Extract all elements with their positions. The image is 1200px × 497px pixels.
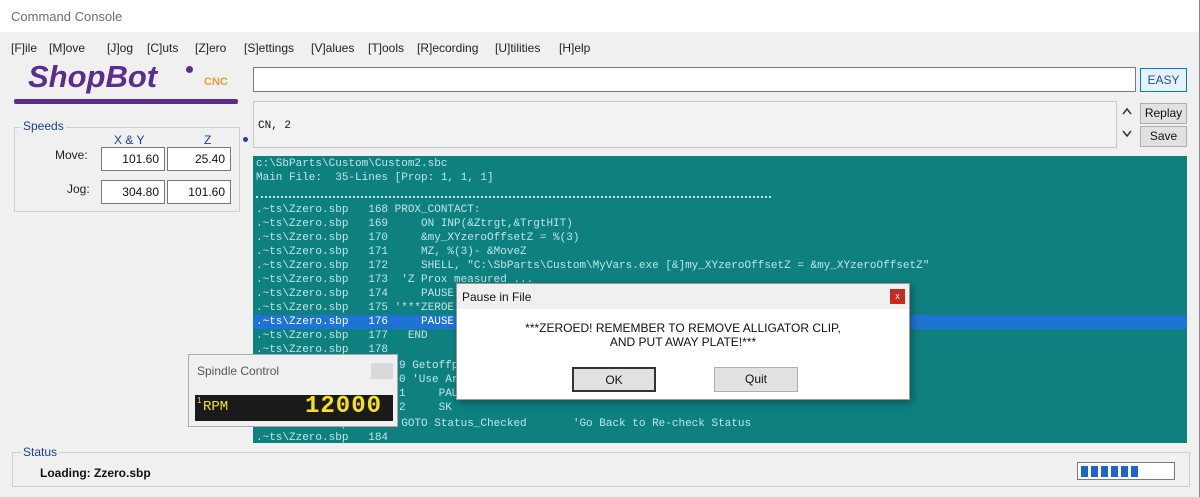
history-scroll[interactable] (1120, 104, 1134, 147)
console-line: .~ts\Zzero.sbp 174 PAUSE (256, 288, 455, 300)
console-line: .~ts\Zzero.sbp 170 &my_XYzeroOffsetZ = %… (256, 232, 580, 244)
menu-settings[interactable]: [S]ettings (244, 41, 294, 55)
menu-file[interactable]: [F]ile (11, 41, 37, 55)
window-title: Command Console (11, 9, 123, 24)
menu-tools[interactable]: [T]ools (368, 41, 404, 55)
console-line: .~ts\Zzero.sbp 169 ON INP(&Ztrgt,&TrgtHI… (256, 218, 573, 230)
logo-underline (14, 99, 238, 104)
title-bar[interactable]: Command Console (0, 0, 1199, 32)
history-text: CN, 2 (258, 120, 292, 132)
jog-z-field[interactable]: 101.60 (167, 180, 231, 204)
progress-segment (1121, 466, 1128, 477)
dialog-title: Pause in File (462, 290, 532, 304)
spindle-channel: 1 (197, 396, 202, 405)
command-input[interactable] (253, 67, 1136, 92)
move-xy-field[interactable]: 101.60 (101, 147, 165, 171)
ok-button[interactable]: OK (572, 367, 656, 392)
dialog-message: ***ZEROED! REMEMBER TO REMOVE ALLIGATOR … (457, 321, 909, 349)
speeds-col-z: Z (204, 133, 212, 147)
console-line: c:\SbParts\Custom\Custom2.sbc (256, 158, 448, 170)
menu-cuts[interactable]: [C]uts (147, 41, 178, 55)
pause-dialog: Pause in File x ***ZEROED! REMEMBER TO R… (456, 283, 910, 400)
menu-zero[interactable]: [Z]ero (195, 41, 226, 55)
console-line: 2 SK (399, 402, 452, 414)
console-line: .~ts\Zzero.sbp 172 SHELL, "C:\SbParts\Cu… (256, 260, 930, 272)
dialog-message-line1: ***ZEROED! REMEMBER TO REMOVE ALLIGATOR … (525, 321, 841, 335)
indicator-dot-icon (243, 137, 248, 142)
scroll-arrows-icon[interactable] (1120, 104, 1134, 144)
spindle-close-button[interactable] (371, 363, 393, 379)
save-button[interactable]: Save (1140, 126, 1187, 147)
console-line: .~ts\Zzero.sbp 168 PROX_CONTACT: (256, 204, 481, 216)
status-title: Status (21, 445, 60, 459)
logo-suffix: CNC (204, 76, 228, 88)
spindle-title: Spindle Control (197, 364, 280, 378)
spindle-control-window[interactable]: Spindle Control 1 RPM 12000 (188, 354, 398, 427)
logo-dot-icon (186, 66, 193, 73)
spindle-display: 1 RPM 12000 (195, 393, 393, 421)
menu-utilities[interactable]: [U]tilities (495, 41, 540, 55)
logo-brand: ShopBot (28, 59, 158, 94)
easy-button[interactable]: EASY (1140, 68, 1187, 92)
jog-xy-field[interactable]: 304.80 (101, 180, 165, 204)
console-line: .~ts\Zzero.sbp 175 '***ZEROE (256, 302, 455, 314)
progress-segment (1101, 466, 1108, 477)
spindle-unit: RPM (203, 399, 229, 415)
status-text: Loading: Zzero.sbp (40, 466, 151, 480)
progress-segment (1131, 466, 1138, 477)
console-line: .~ts\Zzero.sbp 171 MZ, %(3)- &MoveZ (256, 246, 527, 258)
console-line: Main File: 35-Lines [Prop: 1, 1, 1] (256, 172, 494, 184)
console-line: .~ts\Zzero.sbp 177 END (256, 330, 428, 342)
menu-recording[interactable]: [R]ecording (417, 41, 478, 55)
progress-segment (1081, 466, 1088, 477)
menu-values[interactable]: [V]alues (311, 41, 354, 55)
menu-help[interactable]: [H]elp (559, 41, 590, 55)
move-z-field[interactable]: 25.40 (167, 147, 231, 171)
replay-button[interactable]: Replay (1140, 103, 1187, 124)
close-icon[interactable]: x (890, 289, 905, 304)
console-separator (256, 196, 771, 199)
quit-button[interactable]: Quit (714, 367, 798, 392)
move-label: Move: (55, 148, 88, 162)
progress-segment (1091, 466, 1098, 477)
dialog-message-line2: AND PUT AWAY PLATE!*** (609, 335, 757, 349)
progress-segment (1111, 466, 1118, 477)
status-group: Status (12, 445, 1190, 487)
spindle-rpm-value: 12000 (305, 393, 383, 420)
speeds-col-xy: X & Y (114, 133, 145, 147)
jog-label: Jog: (67, 182, 90, 196)
dialog-title-bar[interactable]: Pause in File x (457, 284, 909, 309)
speeds-title: Speeds (21, 119, 66, 133)
shopbot-logo: ShopBot CNC (14, 59, 240, 105)
command-history[interactable]: CN, 2 (253, 101, 1117, 148)
console-line: .~ts\Zzero.sbp 184 (256, 432, 389, 443)
command-console-window: Command Console [F]ile [M]ove [J]og [C]u… (0, 0, 1200, 497)
menu-jog[interactable]: [J]og (107, 41, 133, 55)
menu-bar: [F]ile [M]ove [J]og [C]uts [Z]ero [S]ett… (0, 38, 1199, 58)
progress-bar (1077, 462, 1175, 480)
menu-move[interactable]: [M]ove (49, 41, 85, 55)
